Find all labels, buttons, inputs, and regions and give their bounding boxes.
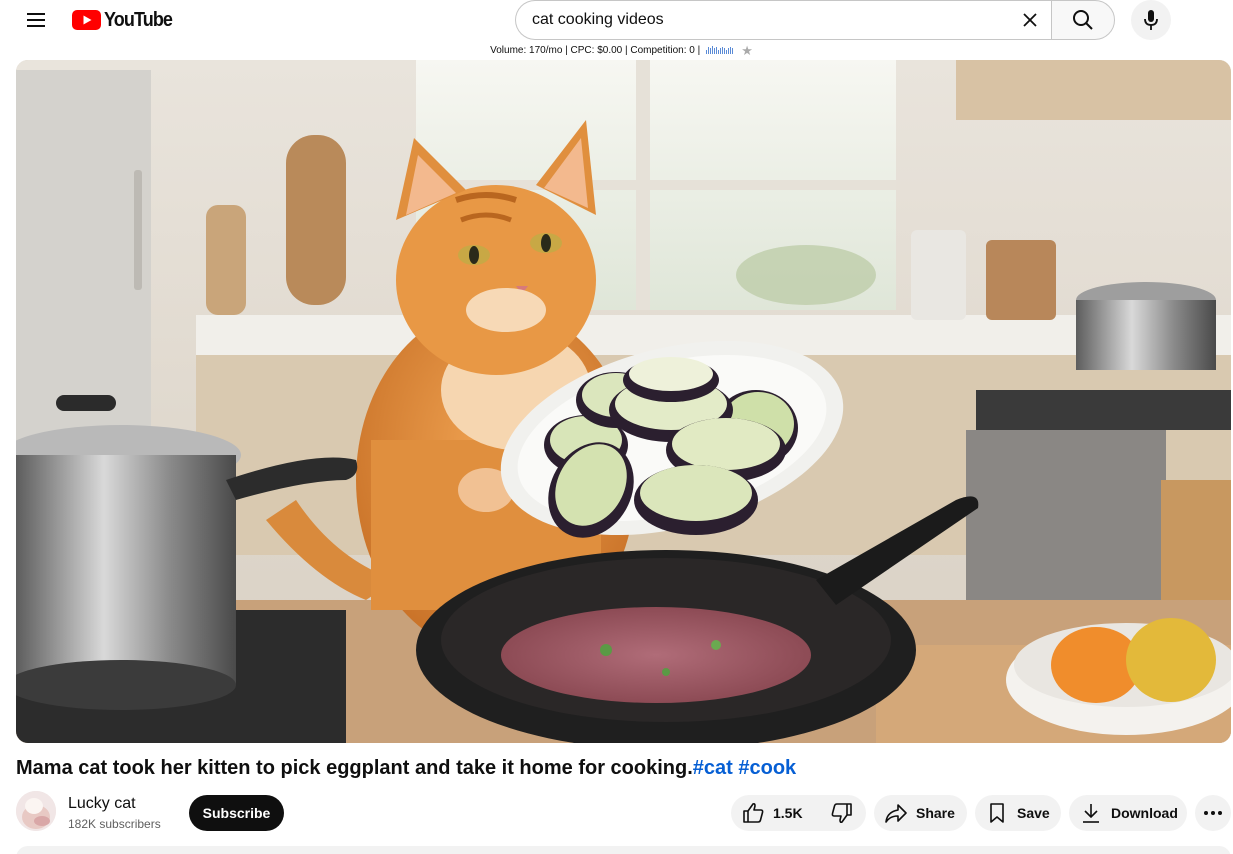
search-box (515, 0, 1051, 40)
youtube-logo[interactable]: YouTube (72, 8, 180, 32)
keyword-stats-text: Volume: 170/mo | CPC: $0.00 | Competitio… (490, 44, 701, 56)
video-title: Mama cat took her kitten to pick eggplan… (16, 757, 796, 780)
like-button[interactable]: 1.5K (731, 795, 818, 831)
sparkline-bar (712, 45, 714, 54)
share-arrow-icon (885, 804, 907, 823)
video-player[interactable] (16, 60, 1231, 743)
sparkline-bar (730, 47, 732, 54)
channel-name-link[interactable]: Lucky cat (68, 795, 136, 813)
close-icon (1023, 13, 1037, 27)
sparkline-bar (710, 48, 712, 54)
more-horizontal-icon (1204, 811, 1222, 815)
hashtag-cook-link[interactable]: #cook (738, 757, 796, 779)
sparkline-bar (722, 47, 724, 54)
download-button[interactable]: Download (1069, 795, 1187, 831)
youtube-play-logo-icon (72, 10, 101, 30)
microphone-icon (1144, 10, 1158, 30)
video-thumbnail (16, 60, 1231, 743)
channel-avatar[interactable] (16, 791, 56, 831)
clear-search-button[interactable] (1015, 5, 1045, 35)
subscribe-button[interactable]: Subscribe (189, 795, 284, 831)
dislike-button[interactable] (818, 795, 868, 831)
channel-avatar-image (16, 791, 56, 831)
masthead: YouTube (0, 0, 1233, 42)
sparkline-bar (706, 49, 708, 54)
keyword-stats-bar: Volume: 170/mo | CPC: $0.00 | Competitio… (0, 43, 1233, 57)
hamburger-menu-icon (27, 13, 45, 27)
sparkline-bar (720, 48, 722, 54)
star-icon[interactable]: ★ (741, 44, 753, 57)
search-bar (515, 0, 1115, 40)
save-button-inner: Save (975, 795, 1066, 831)
download-icon (1083, 804, 1099, 823)
like-count: 1.5K (773, 805, 803, 821)
thumbs-up-icon (743, 802, 764, 823)
hashtag-cat-link[interactable]: #cat (693, 757, 733, 779)
search-button[interactable] (1051, 0, 1115, 40)
sparkline-bar (718, 49, 720, 54)
sparkline-bar (726, 49, 728, 54)
description-box[interactable] (16, 846, 1231, 854)
keyword-trend-sparkline (706, 45, 734, 54)
share-label: Share (916, 805, 955, 821)
sparkline-bar (732, 48, 734, 54)
bookmark-icon (990, 803, 1004, 823)
sparkline-bar (708, 47, 710, 54)
sparkline-bar (724, 48, 726, 54)
guide-menu-button[interactable] (20, 4, 52, 36)
more-actions-button[interactable] (1195, 795, 1231, 831)
subscriber-count: 182K subscribers (68, 817, 161, 831)
thumbs-down-icon (831, 803, 852, 824)
sparkline-bar (716, 47, 718, 54)
save-label: Save (1017, 805, 1050, 821)
download-button-inner: Download (1069, 795, 1194, 831)
share-button-inner: Share (874, 795, 971, 831)
share-button[interactable]: Share (874, 795, 967, 831)
video-title-text: Mama cat took her kitten to pick eggplan… (16, 757, 693, 779)
voice-search-button[interactable] (1131, 0, 1171, 40)
like-dislike-group: 1.5K (731, 795, 866, 831)
search-icon (1073, 10, 1093, 30)
youtube-wordmark: YouTube (104, 8, 173, 31)
search-input[interactable] (532, 11, 1012, 29)
sparkline-bar (728, 48, 730, 54)
save-button[interactable]: Save (975, 795, 1061, 831)
sparkline-bar (714, 48, 716, 54)
download-label: Download (1111, 805, 1178, 821)
